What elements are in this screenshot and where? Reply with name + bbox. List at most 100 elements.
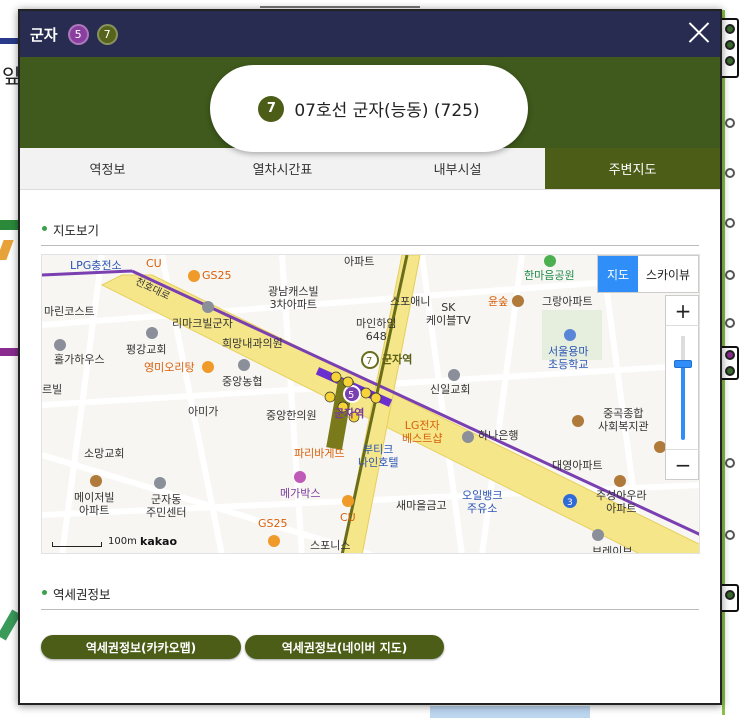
influence-naver-button[interactable]: 역세권정보(네이버 지도): [245, 635, 444, 659]
map-label: 영미오리탕: [144, 361, 195, 374]
background-line-fragment: [0, 38, 18, 44]
background-station: [725, 24, 735, 34]
map-label: 홀가하우스: [54, 353, 105, 366]
map-label: SK 케이블TV: [426, 301, 471, 327]
background-line-fragment: [0, 220, 18, 230]
zoom-out-button[interactable]: −: [666, 449, 699, 479]
zoom-slider-handle[interactable]: [674, 360, 692, 368]
map-label: 군자역: [334, 407, 365, 420]
map-type-map-button[interactable]: 지도: [598, 256, 638, 292]
line-badge-7[interactable]: 7: [96, 23, 118, 45]
map-label: GS25: [202, 269, 232, 282]
map-poi-pin: [90, 475, 102, 487]
background-station: [725, 218, 735, 228]
popup-titlebar: 군자 5 7: [20, 11, 720, 57]
map-type-skyview-button[interactable]: 스카이뷰: [638, 256, 698, 292]
close-icon[interactable]: [688, 21, 710, 43]
map-label: 광남캐스빌 3차아파트: [268, 285, 319, 311]
tab-facilities[interactable]: 내부시설: [370, 148, 545, 189]
map-label: 주성아우라 아파트: [596, 489, 647, 515]
background-station: [725, 366, 735, 376]
background-station: [725, 350, 735, 360]
map-label: 아파트: [344, 255, 375, 268]
map-label: GS25: [258, 517, 288, 530]
map-poi-pin: [564, 329, 576, 341]
tab-station-info[interactable]: 역정보: [20, 148, 195, 189]
map-provider-logo: kakao: [140, 535, 178, 548]
station-name-pill: 7 07호선 군자(능동) (725): [210, 65, 528, 152]
background-line-fragment: [0, 348, 18, 356]
map-label: 아미가: [188, 405, 219, 418]
station-popup: 군자 5 7 7 07호선 군자(능동) (725) 역정보 열차시간표 내부시…: [18, 9, 722, 705]
background-station: [725, 168, 735, 178]
svg-text:3: 3: [567, 498, 573, 508]
map-label: 스포애니: [390, 295, 431, 308]
background-station: [725, 458, 735, 468]
background-station: [725, 40, 735, 50]
map-type-toggle: 지도 스카이뷰: [597, 255, 699, 293]
banner-line-number: 7: [258, 95, 285, 122]
svg-text:5: 5: [348, 390, 354, 401]
map-poi-pin: [544, 255, 556, 267]
map-label: 그랑아파트: [542, 295, 593, 308]
map-poi-pin: [592, 529, 604, 541]
map-label: 대영아파트: [552, 459, 603, 472]
influence-section-title: 역세권정보: [41, 584, 699, 610]
popup-title: 군자: [30, 25, 58, 44]
background-station: [725, 270, 735, 280]
map-poi-pin: [146, 327, 158, 339]
map-scale: 100m: [52, 536, 137, 547]
map-label: 평강교회: [126, 343, 167, 356]
map-poi-pin: [54, 339, 66, 351]
tab-nearby-map[interactable]: 주변지도: [545, 148, 720, 189]
map-label: 오일뱅크 주유소: [462, 489, 503, 515]
map-poi-pin: [462, 431, 474, 443]
map-label: 신일교회: [430, 383, 471, 396]
map-poi-pin: [294, 471, 306, 483]
tab-bar: 역정보 열차시간표 내부시설 주변지도: [20, 148, 720, 190]
svg-text:7: 7: [366, 356, 372, 367]
background-station: [725, 590, 735, 600]
station-banner: 7 07호선 군자(능동) (725): [20, 57, 720, 152]
influence-buttons: 역세권정보(카카오맵) 역세권정보(네이버 지도): [41, 635, 699, 659]
map-label: LPG충전소: [70, 259, 122, 272]
map-label: 부티크 나인호텔: [358, 443, 399, 469]
background-line-fragment: [260, 0, 420, 8]
map-poi-pin: [188, 270, 200, 282]
map-label: 리마크빌군자: [172, 317, 233, 330]
background-station: [725, 118, 735, 128]
map-section: 지도보기 7 5 3 LPG충전소 천호대로 CU GS25 광남캐스빌 3차아…: [41, 220, 700, 659]
nearby-map[interactable]: 7 5 3 LPG충전소 천호대로 CU GS25 광남캐스빌 3차아파트 아파…: [41, 254, 700, 554]
map-poi-pin: [448, 369, 460, 381]
map-poi-pin: [154, 477, 166, 489]
map-poi-pin: [572, 415, 584, 427]
background-line-fragment: [430, 706, 590, 718]
scale-bar: [52, 542, 102, 547]
line-badge-5[interactable]: 5: [67, 23, 89, 45]
map-poi-pin: [614, 475, 626, 487]
map-poi-pin: [268, 535, 280, 547]
map-label: 스포니스: [310, 539, 351, 552]
map-label: 메이저빌 아파트: [74, 491, 115, 517]
map-label: 소망교회: [84, 447, 125, 460]
map-label: CU: [340, 511, 356, 524]
zoom-in-button[interactable]: +: [666, 296, 699, 326]
map-poi-pin: [512, 295, 524, 307]
page: 잎 군자 5 7 7 07호선 군자(능동) (725) 역정보 열차시간표 내…: [0, 0, 743, 725]
map-label: 중곡종합 사회복지관: [598, 407, 649, 433]
scale-label: 100m: [108, 536, 137, 547]
map-label: 마린코스트: [44, 305, 95, 318]
background-line-fragment: [0, 240, 14, 260]
map-label: 브레이브: [592, 545, 633, 554]
map-poi-pin: [238, 359, 250, 371]
map-label: 하나은행: [478, 429, 519, 442]
map-label: LG전자 베스트샵: [402, 419, 443, 445]
map-label: 군자동 주민센터: [146, 493, 187, 519]
map-section-title: 지도보기: [41, 220, 699, 246]
map-label: 새마을금고: [396, 499, 447, 512]
map-label: 한마음공원: [524, 269, 575, 282]
map-label: 파리바게뜨: [294, 447, 345, 460]
tab-timetable[interactable]: 열차시간표: [195, 148, 370, 189]
map-label: CU: [146, 257, 162, 270]
influence-kakao-button[interactable]: 역세권정보(카카오맵): [41, 635, 241, 659]
